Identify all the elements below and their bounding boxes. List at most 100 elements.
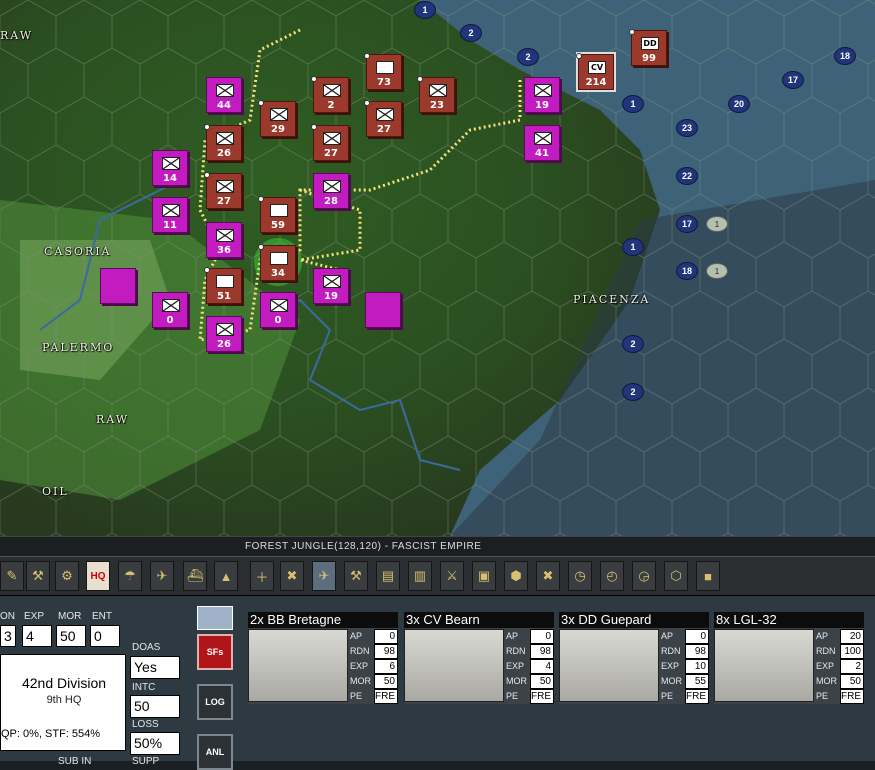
naval-marker[interactable]: 17 (676, 215, 698, 233)
player-unit[interactable]: 19 (313, 268, 349, 304)
rocket-icon[interactable]: ✎ (0, 561, 24, 591)
paratroop-icon[interactable]: ☂ (118, 561, 142, 591)
hex-info-bar: FOREST JUNGLE(128,120) - FASCIST EMPIRE (0, 536, 875, 556)
naval-marker[interactable]: 18 (676, 262, 698, 280)
exp-value: 4 (22, 625, 52, 647)
player-unit-empty[interactable] (365, 292, 401, 328)
select-hex-icon[interactable]: ▣ (472, 561, 496, 591)
enemy-unit[interactable]: 26 (204, 124, 242, 161)
naval-marker[interactable]: 2 (622, 335, 644, 353)
naval-marker[interactable]: 17 (782, 71, 804, 89)
mor-label: MOR (58, 611, 82, 622)
player-unit[interactable]: 19 (524, 77, 560, 113)
artillery-icon[interactable]: ⚒ (26, 561, 50, 591)
ship-photo (248, 629, 348, 702)
enemy-unit[interactable]: 51 (204, 267, 242, 304)
enemy-unit[interactable]: 27 (311, 124, 349, 161)
log-button[interactable]: LOG (197, 684, 233, 720)
resource-label-raw: RAW (0, 29, 34, 42)
enemy-naval-unit[interactable]: DD 99 (629, 29, 667, 66)
stack-card[interactable]: 8x LGL-32 AP 20 RDN 100 EXP 2 MOR 50 PE FRE (714, 612, 864, 704)
doas-label: DOAS (132, 642, 161, 653)
player-unit[interactable]: 28 (313, 173, 349, 209)
player-unit[interactable]: 11 (152, 197, 188, 233)
ship-name: 3x DD Guepard (559, 612, 709, 628)
stack-card[interactable]: 2x BB Bretagne AP 0 RDN 98 EXP 6 MOR 50 PE FR… (248, 612, 398, 704)
city-piacenza[interactable]: PIACENZA (573, 293, 650, 306)
enemy-unit-selected[interactable]: 34 (258, 244, 296, 281)
strategic-map[interactable]: CASORIA PALERMO RAW OIL PIACENZA RAW 44 … (0, 0, 875, 536)
clock-icon[interactable]: ◴ (600, 561, 624, 591)
on-label: ON (0, 611, 15, 622)
player-unit[interactable]: 26 (206, 316, 242, 352)
city-casoria[interactable]: CASORIA (44, 245, 112, 258)
enemy-unit[interactable]: 27 (364, 100, 402, 137)
sfs-button[interactable]: SFs (197, 634, 233, 670)
hq-button[interactable]: HQ (86, 561, 110, 591)
rail-icon[interactable]: ▤ (376, 561, 400, 591)
air-transport-icon[interactable]: ✈ (150, 561, 174, 591)
city-palermo[interactable]: PALERMO (42, 341, 114, 354)
fortify-icon[interactable]: ▲ (214, 561, 238, 591)
ship-icon[interactable]: ⛴ (183, 561, 207, 591)
disband-icon[interactable]: ✖ (536, 561, 560, 591)
city-raw[interactable]: RAW (96, 413, 129, 426)
naval-marker[interactable]: 23 (676, 119, 698, 137)
end-turn-icon[interactable]: ■ (696, 561, 720, 591)
city-oil[interactable]: OIL (42, 485, 69, 498)
hex-empty-icon[interactable]: ⬡ (664, 561, 688, 591)
naval-marker[interactable]: 1 (622, 238, 644, 256)
stack-card[interactable]: 3x DD Guepard AP 0 RDN 98 EXP 10 MOR 55 PE FR… (559, 612, 709, 704)
aircraft-name: 8x LGL-32 (714, 612, 864, 628)
hex-select-icon[interactable]: ⬢ (504, 561, 528, 591)
stopwatch-icon[interactable]: ◷ (568, 561, 592, 591)
remove-unit-icon[interactable]: ✖ (280, 561, 304, 591)
sub-in-label: SUB IN (58, 756, 92, 767)
naval-marker[interactable]: 2 (622, 383, 644, 401)
anl-button[interactable]: ANL (197, 734, 233, 770)
enemy-unit[interactable]: 29 (258, 100, 296, 137)
ship-photo (404, 629, 504, 702)
player-unit-empty[interactable] (100, 268, 136, 304)
loss-value: 50% (130, 732, 180, 755)
unit-info-panel: ON EXP MOR ENT 3 4 50 0 42nd Division 9t… (0, 596, 875, 770)
player-unit[interactable]: 36 (206, 222, 242, 258)
supply-line: QP: 0%, STF: 554% (1, 728, 101, 740)
engineer-icon[interactable]: ⚒ (344, 561, 368, 591)
enemy-unit[interactable]: 59 (258, 196, 296, 233)
naval-marker[interactable]: 1 (622, 95, 644, 113)
panel-logo-icon (197, 606, 233, 630)
enemy-unit[interactable]: 27 (204, 172, 242, 209)
loss-label: LOSS (132, 719, 159, 730)
player-unit[interactable]: 0 (152, 292, 188, 328)
antiair-icon[interactable]: ⚔ (440, 561, 464, 591)
naval-marker[interactable]: 2 (460, 24, 482, 42)
enemy-unit[interactable]: 73 (364, 53, 402, 90)
naval-marker[interactable]: 22 (676, 167, 698, 185)
submarine-marker[interactable]: 1 (706, 263, 728, 279)
add-unit-icon[interactable]: ＋ (250, 561, 274, 591)
naval-marker[interactable]: 2 (517, 48, 539, 66)
submarine-marker[interactable]: 1 (706, 216, 728, 232)
mor-value: 50 (56, 625, 86, 647)
stack-card[interactable]: 3x CV Bearn AP 0 RDN 98 EXP 4 MOR 50 PE FRE (404, 612, 554, 704)
naval-marker[interactable]: 20 (728, 95, 750, 113)
naval-marker[interactable]: 1 (414, 1, 436, 19)
enemy-unit[interactable]: 2 (311, 76, 349, 113)
unit-hq: 9th HQ (46, 694, 82, 706)
hex-clock-icon[interactable]: ◶ (632, 561, 656, 591)
air-mission-icon[interactable]: ✈ (312, 561, 336, 591)
enemy-unit[interactable]: 23 (417, 76, 455, 113)
player-unit[interactable]: 41 (524, 125, 560, 161)
ent-value: 0 (90, 625, 120, 647)
supp-label: SUPP (132, 756, 160, 767)
intc-value: 50 (130, 695, 180, 718)
resupply-icon[interactable]: ⚙ (55, 561, 79, 591)
player-unit[interactable]: 14 (152, 150, 188, 186)
player-unit[interactable]: 0 (260, 292, 296, 328)
player-unit[interactable]: 44 (206, 77, 242, 113)
enemy-carrier-unit[interactable]: CV 214 (576, 52, 616, 92)
naval-marker[interactable]: 18 (834, 47, 856, 65)
ent-label: ENT (92, 611, 112, 622)
road-icon[interactable]: ▥ (408, 561, 432, 591)
